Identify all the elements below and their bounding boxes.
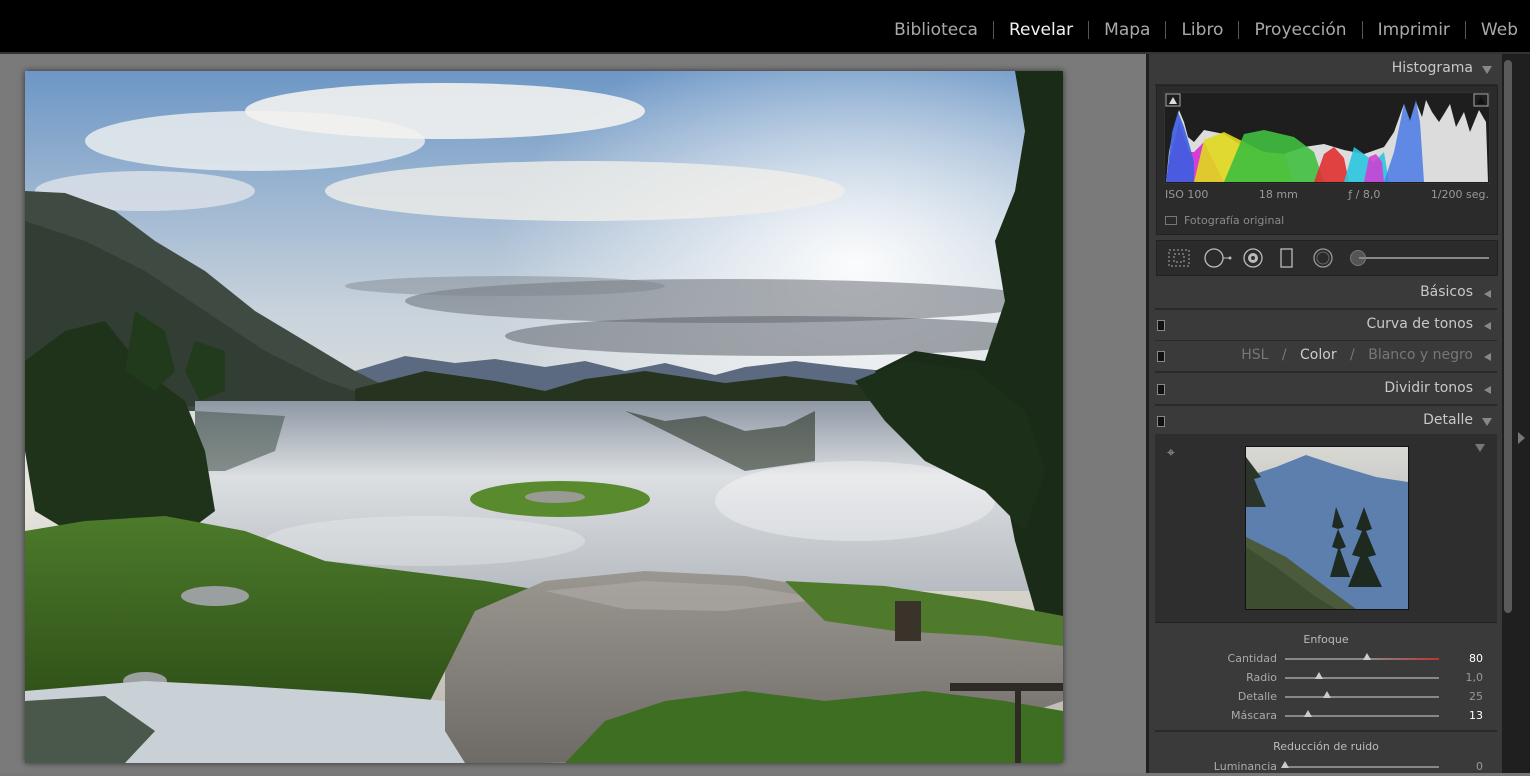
spot-removal-icon[interactable] [1203, 247, 1233, 269]
slider-knob[interactable] [1314, 672, 1323, 679]
slider-track[interactable] [1285, 766, 1439, 768]
red-eye-icon[interactable] [1241, 247, 1265, 269]
module-mapa[interactable]: Mapa [1089, 20, 1165, 40]
slider-radio[interactable]: Radio 1,0 [1155, 669, 1497, 687]
preview-menu-icon[interactable] [1475, 444, 1485, 452]
module-bar: Biblioteca Revelar Mapa Libro Proyección… [0, 0, 1530, 52]
slider-value[interactable]: 13 [1469, 709, 1483, 722]
slider-label: Cantidad [1227, 652, 1277, 665]
panel-toggle-arrow-icon[interactable] [1518, 432, 1525, 444]
expand-arrow-icon[interactable] [1484, 353, 1491, 361]
photo-landscape-image [25, 71, 1063, 763]
slider-value[interactable]: 25 [1469, 690, 1483, 703]
slider-label: Radio [1246, 671, 1277, 684]
panel-switch[interactable] [1157, 416, 1165, 427]
slider-value[interactable]: 80 [1469, 652, 1483, 665]
panel-header-hsl[interactable]: HSL / Color / Blanco y negro [1155, 341, 1497, 373]
slider-track[interactable] [1285, 677, 1439, 679]
panel-header-basicos[interactable]: Básicos [1155, 278, 1497, 310]
module-libro[interactable]: Libro [1166, 20, 1238, 40]
main-photo[interactable] [25, 71, 1063, 763]
original-photo-label: Fotografía original [1184, 214, 1285, 227]
panel-title-hsl-group: HSL / Color / Blanco y negro [1241, 347, 1473, 363]
exif-shutter: 1/200 seg. [1430, 188, 1489, 201]
ruido-section: Reducción de ruido Luminancia 0 [1155, 733, 1497, 773]
adjustment-brush-slider[interactable] [1359, 257, 1489, 259]
target-icon[interactable]: ⌖ [1167, 444, 1175, 461]
exif-iso: ISO 100 [1165, 188, 1209, 201]
slider-label: Luminancia [1213, 760, 1277, 773]
expand-arrow-icon[interactable] [1484, 322, 1491, 330]
slider-track[interactable] [1285, 696, 1439, 698]
slider-cantidad[interactable]: Cantidad 80 [1155, 650, 1497, 668]
slider-knob[interactable] [1304, 710, 1313, 717]
crop-icon[interactable] [1167, 247, 1191, 269]
panel-header-curva[interactable]: Curva de tonos [1155, 310, 1497, 342]
graduated-filter-icon[interactable] [1279, 247, 1295, 269]
exif-info: ISO 100 18 mm ƒ / 8,0 1/200 seg. [1165, 188, 1489, 201]
slider-label: Máscara [1230, 709, 1277, 722]
histogram[interactable]: ISO 100 18 mm ƒ / 8,0 1/200 seg. Fotogra… [1156, 85, 1498, 235]
slider-mascara[interactable]: Máscara 13 [1155, 707, 1497, 725]
histogram-graph [1164, 92, 1490, 184]
original-photo-toggle[interactable]: Fotografía original [1165, 214, 1284, 227]
divider [1155, 730, 1497, 732]
detail-preview-image [1246, 447, 1408, 609]
slider-value[interactable]: 0 [1476, 760, 1483, 773]
panel-switch[interactable] [1157, 384, 1165, 395]
panel-header-dividir[interactable]: Dividir tonos [1155, 374, 1497, 406]
module-biblioteca[interactable]: Biblioteca [879, 20, 993, 40]
enfoque-section: Enfoque Cantidad 80 Radio 1,0 Detalle 25… [1155, 624, 1497, 730]
checkbox-icon[interactable] [1165, 216, 1177, 225]
module-proyeccion[interactable]: Proyección [1239, 20, 1361, 40]
slider-value[interactable]: 1,0 [1466, 671, 1484, 684]
tab-color[interactable]: Color [1300, 347, 1337, 363]
tool-strip [1156, 240, 1498, 276]
slider-luminancia[interactable]: Luminancia 0 [1155, 758, 1497, 776]
panel-title: Detalle [1423, 412, 1473, 428]
collapse-arrow-icon[interactable] [1482, 418, 1492, 426]
panel-title: Curva de tonos [1366, 316, 1473, 332]
slider-label: Detalle [1237, 690, 1277, 703]
panel-switch[interactable] [1157, 351, 1165, 362]
module-web[interactable]: Web [1466, 20, 1518, 40]
panel-header-histograma[interactable]: Histograma [1155, 54, 1497, 86]
panel-title: Histograma [1391, 60, 1473, 76]
panel-scrollbar[interactable] [1504, 60, 1512, 613]
exif-focal: 18 mm [1258, 188, 1298, 201]
right-panel: Histograma ISO 100 18 mm ƒ / 8,0 1/200 s… [1146, 54, 1505, 773]
detail-zoom-preview[interactable] [1245, 446, 1409, 610]
slider-knob[interactable] [1362, 653, 1371, 660]
slider-knob[interactable] [1322, 691, 1331, 698]
detail-preview-area: ⌖ [1155, 434, 1497, 623]
slider-knob[interactable] [1281, 761, 1289, 768]
panel-title: Dividir tonos [1384, 380, 1473, 396]
panel-title: Básicos [1420, 284, 1473, 300]
tab-hsl[interactable]: HSL [1241, 347, 1268, 363]
ruido-title: Reducción de ruido [1273, 740, 1379, 753]
expand-arrow-icon[interactable] [1484, 290, 1491, 298]
image-canvas[interactable] [0, 54, 1146, 773]
enfoque-title: Enfoque [1303, 633, 1349, 646]
expand-arrow-icon[interactable] [1484, 386, 1491, 394]
tab-separator: / [1281, 347, 1287, 363]
tab-blanco-negro[interactable]: Blanco y negro [1368, 347, 1473, 363]
module-revelar[interactable]: Revelar [994, 20, 1088, 40]
panel-switch[interactable] [1157, 320, 1165, 331]
exif-aperture: ƒ / 8,0 [1348, 188, 1381, 201]
collapse-arrow-icon[interactable] [1482, 66, 1492, 74]
module-imprimir[interactable]: Imprimir [1363, 20, 1465, 40]
radial-filter-icon[interactable] [1311, 247, 1335, 269]
module-picker: Biblioteca Revelar Mapa Libro Proyección… [879, 20, 1518, 40]
tab-separator: / [1350, 347, 1355, 363]
slider-detalle[interactable]: Detalle 25 [1155, 688, 1497, 706]
